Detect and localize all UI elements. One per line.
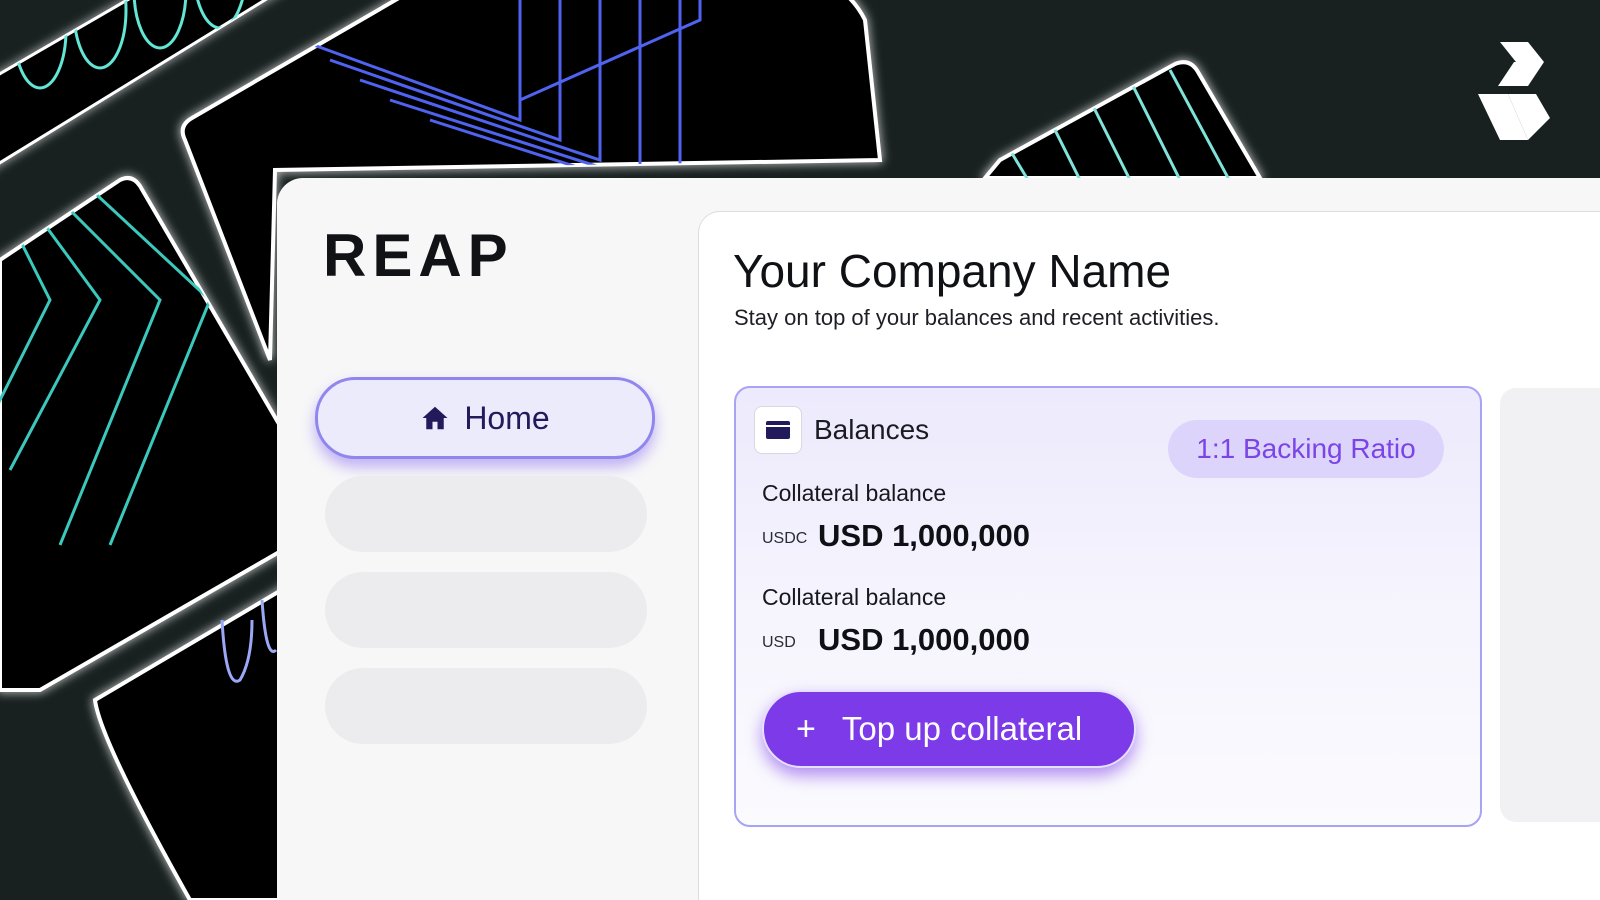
balances-card: Balances 1:1 Backing Ratio Collateral ba… (734, 386, 1482, 827)
plus-icon: + (796, 710, 816, 748)
balance-label: Collateral balance (762, 480, 947, 506)
page-subtitle: Stay on top of your balances and recent … (734, 305, 1220, 330)
brand-logo[interactable]: REAP (323, 226, 514, 286)
balance-currency: USDC (762, 530, 808, 547)
secondary-card-placeholder (1500, 388, 1600, 822)
balance-label: Collateral balance (762, 584, 947, 610)
backing-ratio-badge: 1:1 Backing Ratio (1168, 420, 1444, 478)
main-content: Your Company Name Stay on top of your ba… (698, 211, 1600, 900)
page-title: Your Company Name (733, 245, 1172, 297)
sidebar-item-placeholder[interactable] (325, 572, 647, 648)
top-up-collateral-button[interactable]: + Top up collateral (762, 690, 1136, 768)
sidebar-item-placeholder[interactable] (325, 476, 647, 552)
card-title: Balances (814, 414, 930, 445)
balance-amount: USD 1,000,000 (818, 518, 1030, 553)
reap-logo-mark-icon (1478, 42, 1550, 140)
app-window: REAP Home Your Company Name Stay on top … (277, 178, 1600, 900)
sidebar-item-placeholder[interactable] (325, 668, 647, 744)
home-icon (422, 406, 448, 430)
balance-amount: USD 1,000,000 (818, 622, 1030, 657)
sidebar-item-home[interactable]: Home (315, 377, 655, 459)
button-label: Top up collateral (841, 710, 1083, 747)
wallet-icon (754, 406, 802, 454)
balance-currency: USD (762, 634, 796, 651)
sidebar-item-label: Home (464, 399, 550, 436)
